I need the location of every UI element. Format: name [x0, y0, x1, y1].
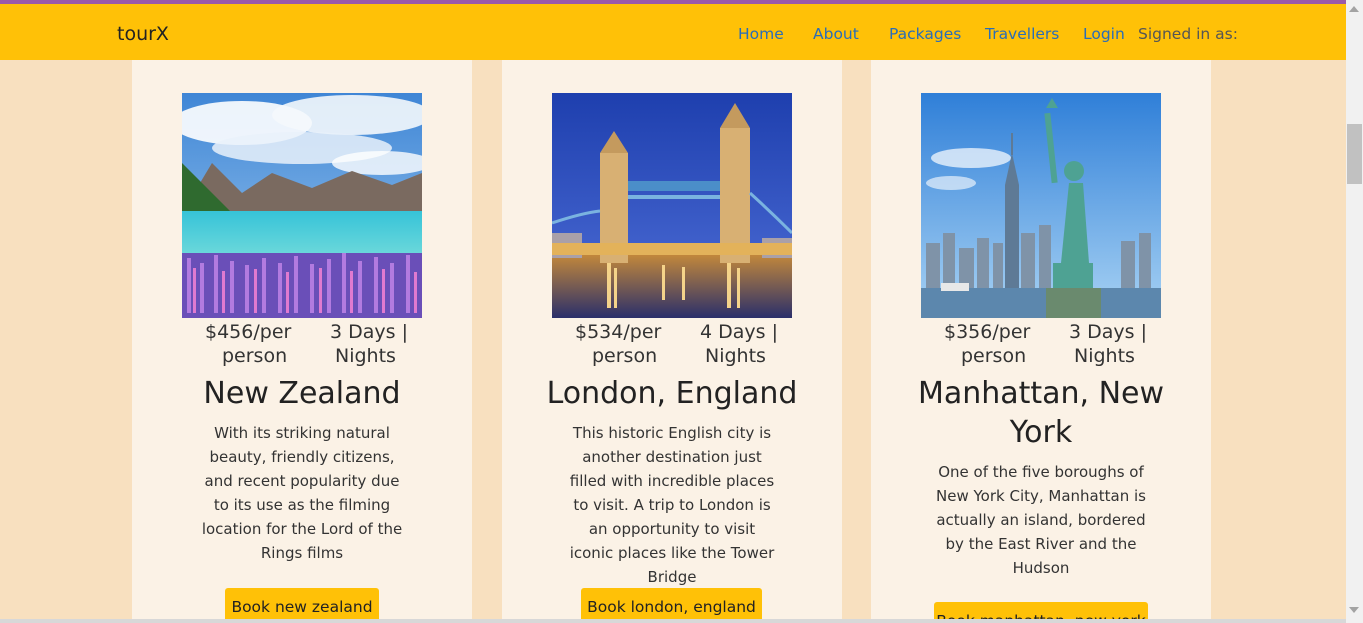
nav-home-link[interactable]: Home [738, 25, 784, 43]
package-card-london: $534/per person 4 Days | Nights London, … [502, 60, 842, 623]
package-description: With its striking natural beauty, friend… [201, 424, 403, 562]
taskbar-edge [0, 619, 1346, 623]
manhattan-photo [921, 93, 1161, 318]
package-card-manhattan: $356/per person 3 Days | Nights Manhatta… [871, 60, 1211, 623]
package-duration: 3 Days | Nights [330, 321, 408, 367]
package-title: Manhattan, New York [917, 376, 1165, 450]
vertical-scrollbar[interactable] [1346, 0, 1363, 623]
new-zealand-photo [182, 93, 422, 318]
package-title: London, England [546, 376, 798, 411]
nav-login-link[interactable]: Login [1083, 25, 1125, 43]
scroll-up-arrow-icon[interactable] [1349, 6, 1359, 12]
package-title: New Zealand [203, 376, 401, 411]
book-new-zealand-button[interactable]: Book new zealand [225, 588, 379, 623]
nav-travellers-link[interactable]: Travellers [985, 25, 1059, 43]
package-duration: 4 Days | Nights [700, 321, 778, 367]
brand-logo[interactable]: tourX [117, 23, 169, 45]
scroll-down-arrow-icon[interactable] [1349, 607, 1359, 613]
package-price: $456/per person [205, 321, 292, 367]
signed-in-label: Signed in as: [1138, 25, 1238, 43]
nav-packages-link[interactable]: Packages [889, 25, 961, 43]
package-description: One of the five boroughs of New York Cit… [936, 463, 1146, 577]
book-london-button[interactable]: Book london, england [581, 588, 762, 623]
nav-about-link[interactable]: About [813, 25, 859, 43]
package-duration: 3 Days | Nights [1069, 321, 1147, 367]
package-price: $534/per person [575, 321, 662, 367]
package-description: This historic English city is another de… [569, 424, 775, 586]
top-navbar: tourX Home About Packages Travellers Log… [0, 4, 1346, 60]
package-card-new-zealand: $456/per person 3 Days | Nights New Zeal… [132, 60, 472, 623]
london-photo [552, 93, 792, 318]
package-price: $356/per person [944, 321, 1031, 367]
scroll-thumb[interactable] [1347, 124, 1362, 184]
